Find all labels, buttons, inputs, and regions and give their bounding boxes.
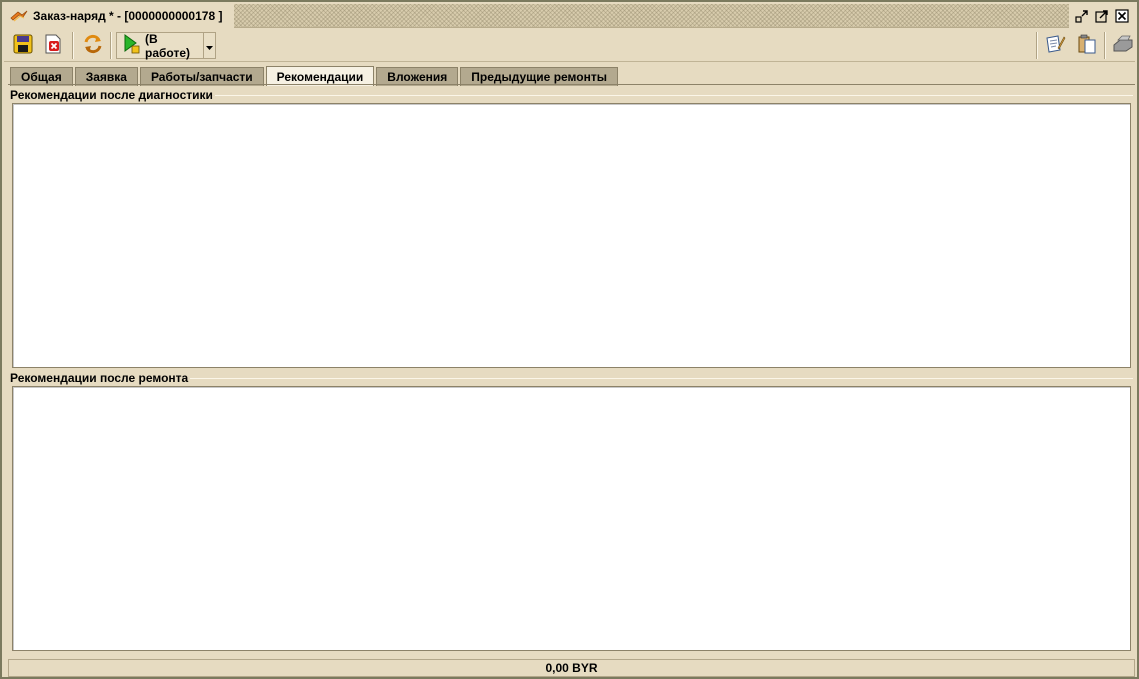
group-divider (188, 378, 1133, 379)
cancel-icon (43, 34, 63, 57)
status-dropdown-button[interactable] (203, 33, 215, 58)
total-amount: 0,00 BYR (545, 661, 598, 675)
status-split-button: (В работе) (116, 31, 216, 60)
order-window: Заказ-наряд * - [0000000000178 ] (В рабо… (0, 0, 1139, 679)
maximize-icon[interactable] (1095, 9, 1109, 23)
refresh-button[interactable] (80, 32, 106, 58)
status-bar: 0,00 BYR (8, 659, 1135, 677)
app-logo-icon (10, 9, 28, 23)
toolbar-separator (1036, 32, 1038, 59)
print-button[interactable] (1110, 32, 1136, 58)
window-title: Заказ-наряд * - [0000000000178 ] (33, 9, 223, 23)
status-label: (В работе) (145, 31, 190, 60)
window-controls (1069, 4, 1135, 28)
edit-doc-icon (1044, 33, 1066, 58)
toolbar-separator (72, 32, 74, 59)
tab-label: Вложения (387, 70, 448, 84)
save-button[interactable] (10, 32, 36, 58)
edit-document-button[interactable] (1042, 32, 1068, 58)
repair-recommendations-input[interactable] (12, 386, 1131, 651)
tab-label: Общая (21, 70, 62, 84)
restore-icon[interactable] (1075, 9, 1089, 23)
toolbar-separator (1104, 32, 1106, 59)
tab-label: Рекомендации (276, 69, 364, 84)
repair-section-label: Рекомендации после ремонта (10, 371, 191, 385)
printer-icon (1112, 33, 1134, 58)
tab-strip: Общая Заявка Работы/запчасти Рекомендаци… (10, 66, 620, 86)
toolbar-separator (110, 32, 112, 59)
clipboard-button[interactable] (1074, 32, 1100, 58)
play-status-icon (123, 34, 141, 57)
cancel-button[interactable] (40, 32, 66, 58)
toolbar: (В работе) (4, 29, 1135, 62)
title-area: Заказ-наряд * - [0000000000178 ] (4, 4, 234, 28)
title-bar[interactable]: Заказ-наряд * - [0000000000178 ] (4, 4, 1135, 28)
tab-label: Работы/запчасти (150, 70, 253, 84)
diagnostics-section-label: Рекомендации после диагностики (10, 88, 215, 102)
diagnostics-recommendations-input[interactable] (12, 103, 1131, 368)
tab-label: Предыдущие ремонты (471, 70, 607, 84)
tab-label: Заявка (85, 70, 127, 84)
refresh-icon (82, 33, 104, 58)
save-icon (13, 34, 33, 57)
tab-recommendations[interactable]: Рекомендации (265, 66, 375, 86)
tab-divider (8, 84, 1135, 85)
group-divider (212, 95, 1133, 96)
clipboard-icon (1076, 33, 1098, 58)
status-button[interactable]: (В работе) (117, 31, 203, 60)
dropdown-arrow-icon (206, 39, 213, 53)
close-icon[interactable] (1115, 9, 1129, 23)
